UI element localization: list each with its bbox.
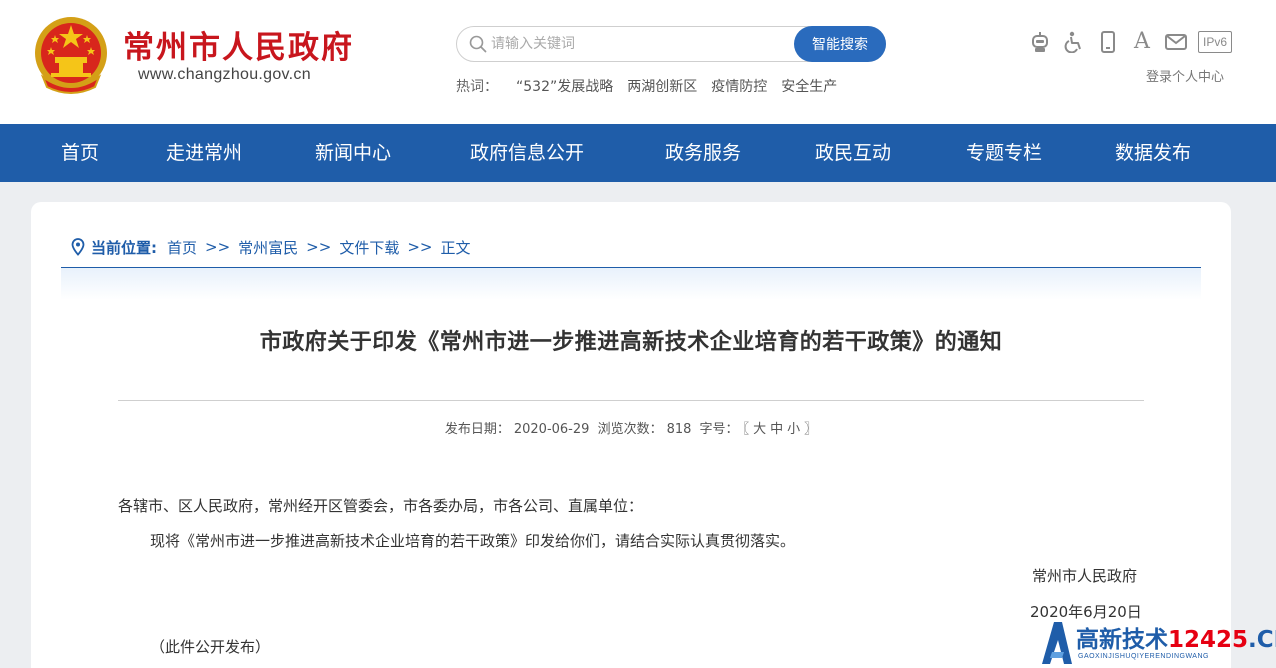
breadcrumb-current[interactable]: 正文 xyxy=(440,237,470,258)
article-meta: 发布日期： 2020-06-29 浏览次数： 818 字号：〖大中小〗 xyxy=(61,418,1201,437)
login-personal-center-link[interactable]: 登录个人中心 xyxy=(1146,66,1224,85)
accessibility-icon[interactable] xyxy=(1062,30,1086,54)
nav-item-services[interactable]: 政务服务 xyxy=(665,124,741,182)
nav-item-data[interactable]: 数据发布 xyxy=(1115,124,1191,182)
article-title: 市政府关于印发《常州市进一步推进高新技术企业培育的若干政策》的通知 xyxy=(259,330,1003,355)
font-size-small-button[interactable]: 小 xyxy=(787,422,800,437)
site-header: 常州市人民政府 www.changzhou.gov.cn 智能搜索 热词： “5… xyxy=(0,0,1276,124)
views-label: 浏览次数： xyxy=(597,422,663,437)
national-emblem-icon[interactable] xyxy=(33,15,109,95)
watermark-text: 高新技术12425.CN xyxy=(1076,620,1276,654)
article-signature: 常州市人民政府 xyxy=(1032,567,1138,585)
breadcrumb-separator: >> xyxy=(407,238,433,256)
publish-date-label: 发布日期： xyxy=(444,422,510,437)
search-icon xyxy=(469,35,487,53)
article-salutation: 各辖市、区人民政府，常州经开区管委会，市各委办局，市各公司、直属单位： xyxy=(118,497,644,515)
bracket-open: 〖 xyxy=(742,422,750,437)
nav-item-news[interactable]: 新闻中心 xyxy=(315,124,391,182)
watermark-text-number: 12425 xyxy=(1168,627,1249,653)
hotword-link[interactable]: 疫情防控 xyxy=(711,76,767,96)
breadcrumb-label: 当前位置: xyxy=(91,238,157,257)
nav-item-about[interactable]: 走进常州 xyxy=(166,124,242,182)
mobile-phone-icon[interactable] xyxy=(1096,30,1120,54)
hotword-link[interactable]: 安全生产 xyxy=(781,76,837,96)
breadcrumb-gradient xyxy=(61,268,1201,300)
breadcrumb-file-download[interactable]: 文件下载 xyxy=(339,237,399,258)
watermark-a-icon xyxy=(1042,622,1072,664)
breadcrumb-changzhou-fumin[interactable]: 常州富民 xyxy=(238,237,298,258)
mail-icon[interactable] xyxy=(1164,30,1188,54)
font-size-medium-button[interactable]: 中 xyxy=(770,422,783,437)
nav-item-interaction[interactable]: 政民互动 xyxy=(815,124,891,182)
hotword-link[interactable]: 两湖创新区 xyxy=(627,76,697,96)
breadcrumb-separator: >> xyxy=(205,238,231,256)
publish-date: 2020-06-29 xyxy=(513,422,590,437)
watermark-logo: 高新技术12425.CN GAOXINJISHUQIYERENDINGWANG xyxy=(1032,616,1276,668)
breadcrumb: 当前位置: 首页 >> 常州富民 >> 文件下载 >> 正文 xyxy=(71,236,470,258)
site-domain: www.changzhou.gov.cn xyxy=(138,66,311,83)
header-tools: A IPv6 xyxy=(1028,30,1232,54)
hotword-link[interactable]: “532”发展战略 xyxy=(516,76,613,96)
watermark-text-main: 高新技术 xyxy=(1076,627,1168,653)
breadcrumb-separator: >> xyxy=(306,238,332,256)
font-size-label: 字号： xyxy=(699,422,739,437)
breadcrumb-home[interactable]: 首页 xyxy=(167,237,197,258)
hotwords-label: 热词： xyxy=(456,79,498,95)
watermark-subtext: GAOXINJISHUQIYERENDINGWANG xyxy=(1078,653,1209,660)
nav-item-topics[interactable]: 专题专栏 xyxy=(966,124,1042,182)
site-name[interactable]: 常州市人民政府 xyxy=(123,30,354,66)
search-box: 智能搜索 xyxy=(456,26,886,62)
robot-assistant-icon[interactable] xyxy=(1028,30,1052,54)
search-input[interactable] xyxy=(491,27,791,61)
location-pin-icon xyxy=(71,238,85,256)
watermark-text-domain: .CN xyxy=(1248,627,1276,653)
font-size-icon[interactable]: A xyxy=(1130,30,1154,54)
main-nav: 首页 走进常州 新闻中心 政府信息公开 政务服务 政民互动 专题专栏 数据发布 xyxy=(0,124,1276,182)
nav-item-home[interactable]: 首页 xyxy=(61,124,99,182)
font-size-large-button[interactable]: 大 xyxy=(753,422,766,437)
article-paragraph: 现将《常州市进一步推进高新技术企业培育的若干政策》印发给你们，请结合实际认真贯彻… xyxy=(150,532,796,550)
bracket-close: 〗 xyxy=(804,422,818,437)
article-note: （此件公开发布） xyxy=(150,638,271,656)
smart-search-button[interactable]: 智能搜索 xyxy=(794,26,886,62)
ipv6-badge[interactable]: IPv6 xyxy=(1198,31,1232,53)
hotwords-bar: 热词： “532”发展战略 两湖创新区 疫情防控 安全生产 xyxy=(456,76,851,96)
views-count: 818 xyxy=(666,422,692,437)
title-divider xyxy=(118,400,1144,401)
nav-item-gov-info[interactable]: 政府信息公开 xyxy=(470,124,584,182)
